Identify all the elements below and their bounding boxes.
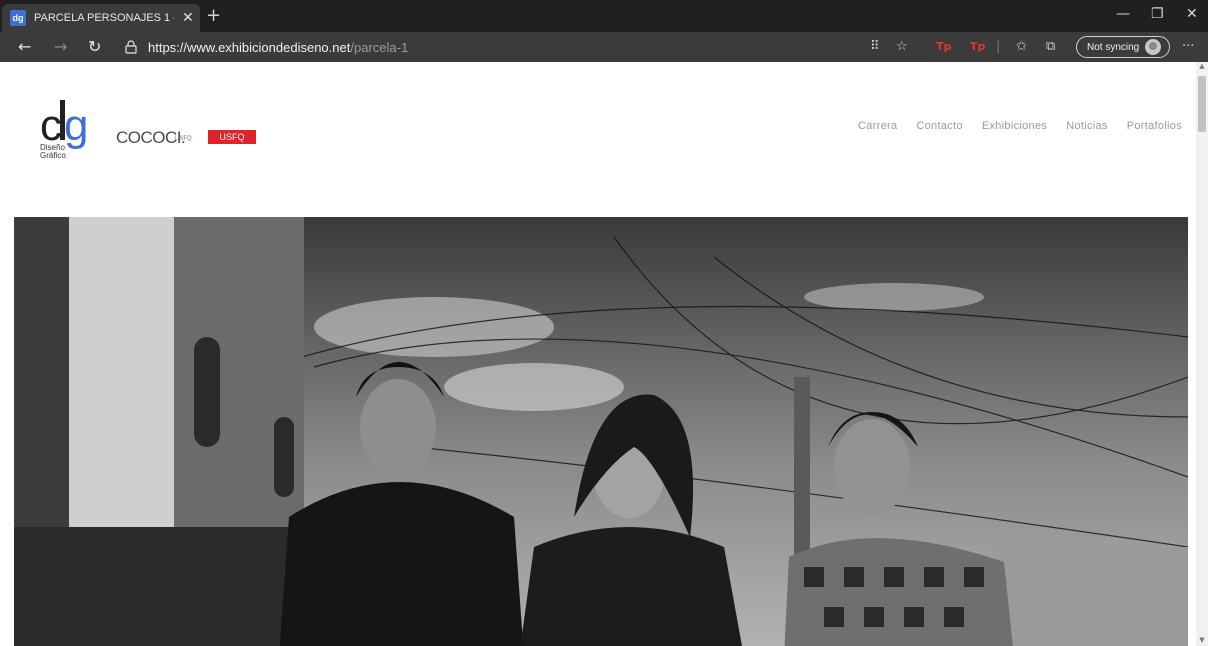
page-scrollbar[interactable]: ▲ ▼ xyxy=(1196,62,1208,646)
lock-icon xyxy=(125,40,137,54)
minimize-icon[interactable]: — xyxy=(1116,6,1130,22)
more-options-icon[interactable]: ··· xyxy=(1182,39,1194,55)
favorites-icon[interactable]: ✩ xyxy=(1016,39,1027,55)
site-favicon-icon: dg xyxy=(10,10,26,26)
browser-tab-bar: dg PARCELA PERSONAJES 1 — Dise ✕ + — ❐ ✕ xyxy=(0,0,1208,32)
nav-noticias[interactable]: Noticias xyxy=(1066,120,1108,132)
tab-title: PARCELA PERSONAJES 1 — Dise xyxy=(34,12,174,24)
url-text: https://www.exhibiciondediseno.net/parce… xyxy=(148,40,408,55)
forward-button[interactable]: → xyxy=(54,37,67,57)
url-host: https://www.exhibiciondediseno.net xyxy=(148,39,351,55)
nav-exhibiciones[interactable]: Exhibiciones xyxy=(982,120,1047,132)
profile-avatar xyxy=(1145,39,1162,55)
url-path: /parcela-1 xyxy=(350,39,409,55)
sync-label: Not syncing xyxy=(1087,41,1140,53)
nav-portafolios[interactable]: Portafolios xyxy=(1127,120,1182,132)
address-bar[interactable]: https://www.exhibiciondediseno.net/parce… xyxy=(118,35,858,59)
scroll-down-icon[interactable]: ▼ xyxy=(1197,636,1207,646)
browser-toolbar: ← → ↻ https://www.exhibiciondediseno.net… xyxy=(0,32,1208,62)
favorite-star-icon[interactable]: ☆ xyxy=(896,39,908,55)
restore-icon[interactable]: ❐ xyxy=(1151,6,1164,22)
usfq-logo[interactable]: USFQ xyxy=(208,130,256,144)
main-nav: Carrera Contacto Exhibiciones Noticias P… xyxy=(858,120,1182,132)
tp-extension-icon[interactable]: Tp xyxy=(936,39,951,55)
back-button[interactable]: ← xyxy=(18,37,31,57)
scroll-up-icon[interactable]: ▲ xyxy=(1197,62,1207,72)
window-close-icon[interactable]: ✕ xyxy=(1186,6,1198,22)
read-aloud-icon[interactable]: ⠿ xyxy=(870,39,880,55)
web-page: c g Diseño Gráfico COCOCI. USFQ USFQ Car… xyxy=(0,62,1196,646)
logo-subtitle-line-2: Gráfico xyxy=(40,151,66,160)
tp-extension-icon-2[interactable]: Tp xyxy=(970,39,985,55)
collections-icon[interactable]: ⧉ xyxy=(1046,39,1055,55)
sync-button[interactable]: Not syncing xyxy=(1076,36,1170,58)
scroll-thumb[interactable] xyxy=(1198,76,1206,132)
new-tab-button[interactable]: + xyxy=(206,6,221,26)
browser-tab[interactable]: dg PARCELA PERSONAJES 1 — Dise ✕ xyxy=(2,4,200,32)
refresh-button[interactable]: ↻ xyxy=(88,37,101,57)
nav-contacto[interactable]: Contacto xyxy=(916,120,962,132)
hero-photo xyxy=(14,217,1188,646)
nav-carrera[interactable]: Carrera xyxy=(858,120,897,132)
tab-close-icon[interactable]: ✕ xyxy=(182,10,194,26)
logo-subtitle: Diseño Gráfico xyxy=(40,144,66,160)
logo-letter-g: g xyxy=(64,101,88,150)
toolbar-divider: | xyxy=(996,39,1001,54)
cococi-sublabel: USFQ xyxy=(175,136,192,142)
